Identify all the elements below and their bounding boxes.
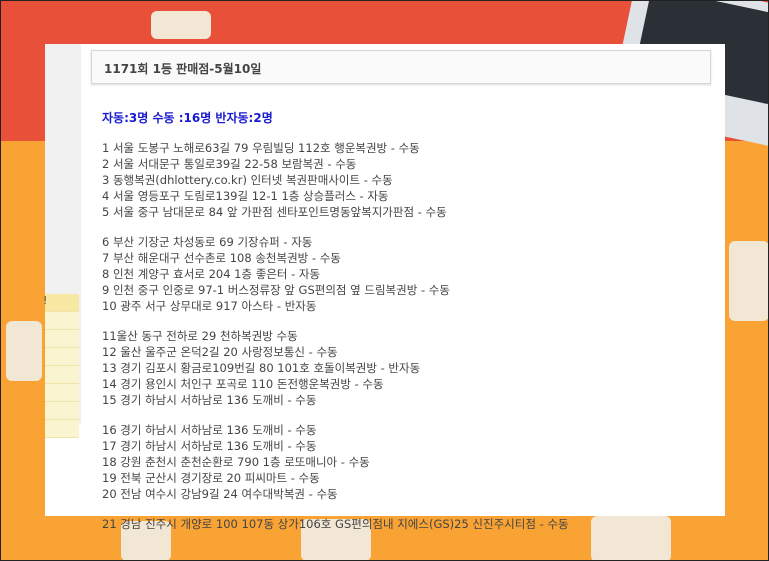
side-cell <box>45 420 79 438</box>
store-line: 11울산 동구 전하로 29 천하복권방 수동 <box>102 329 298 343</box>
store-group: 16 경기 하남시 서하남로 136 도깨비 - 수동 17 경기 하남시 서하… <box>102 422 712 502</box>
store-line: 19 전북 군산시 경기장로 20 피씨마트 - 수동 <box>102 471 320 485</box>
store-line: 5 서울 중구 남대문로 84 앞 가판점 센타포인트명동앞복지가판점 - 수동 <box>102 205 447 219</box>
store-line: 3 동행복권(dhlottery.co.kr) 인터넷 복권판매사이트 - 수동 <box>102 173 393 187</box>
post-title-box: 1171회 1등 판매점-5월10일 <box>91 50 711 84</box>
store-line: 15 경기 하남시 서하남로 136 도깨비 - 수동 <box>102 393 317 407</box>
side-cell <box>45 384 79 402</box>
side-cell <box>45 366 79 384</box>
store-line: 18 강원 춘천시 춘천순환로 790 1층 로또매니아 - 수동 <box>102 455 370 469</box>
store-line: 7 부산 해운대구 선수촌로 108 송천복권방 - 수동 <box>102 251 341 265</box>
store-group: 6 부산 기장군 차성동로 69 기장슈퍼 - 자동 7 부산 해운대구 선수촌… <box>102 234 712 314</box>
store-line: 17 경기 하남시 서하남로 136 도깨비 - 수동 <box>102 439 317 453</box>
store-line: 12 울산 울주군 온덕2길 20 사랑정보통신 - 수동 <box>102 345 338 359</box>
store-line: 4 서울 영등포구 도림로139길 12-1 1층 상승플러스 - 자동 <box>102 189 389 203</box>
store-group: 21 경남 진주시 개양로 100 107동 상가106호 GS편의점내 지에스… <box>102 516 712 532</box>
store-line: 2 서울 서대문구 통일로39길 22-58 보람복권 - 수동 <box>102 157 357 171</box>
screen: ! 1171회 1등 판매점-5월10일 자동:3명 수동 :16명 반자동:2… <box>0 0 769 561</box>
store-line: 14 경기 용인시 처인구 포곡로 110 돈전행운복권방 - 수동 <box>102 377 384 391</box>
background-shape <box>151 11 211 39</box>
side-cells: ! <box>43 294 79 438</box>
background-shape <box>6 321 42 381</box>
side-cell <box>45 348 79 366</box>
summary-text: 자동:3명 수동 :16명 반자동:2명 <box>102 111 273 125</box>
store-line: 16 경기 하남시 서하남로 136 도깨비 - 수동 <box>102 423 317 437</box>
store-group: 1 서울 도봉구 노해로63길 79 우림빌딩 112호 행운복권방 - 수동 … <box>102 140 712 220</box>
store-line: 6 부산 기장군 차성동로 69 기장슈퍼 - 자동 <box>102 235 313 249</box>
store-group: 11울산 동구 전하로 29 천하복권방 수동 12 울산 울주군 온덕2길 2… <box>102 328 712 408</box>
background-shape <box>729 241 768 321</box>
store-line: 21 경남 진주시 개양로 100 107동 상가106호 GS편의점내 지에스… <box>102 517 569 531</box>
side-cell <box>45 330 79 348</box>
post-panel: ! 1171회 1등 판매점-5월10일 자동:3명 수동 :16명 반자동:2… <box>43 44 725 531</box>
store-line: 1 서울 도봉구 노해로63길 79 우림빌딩 112호 행운복권방 - 수동 <box>102 141 420 155</box>
store-line: 10 광주 서구 상무대로 917 아스타 - 반자동 <box>102 299 317 313</box>
side-cell <box>45 402 79 420</box>
post-title: 1171회 1등 판매점-5월10일 <box>104 62 262 76</box>
side-cell: ! <box>43 294 79 312</box>
side-cell <box>45 312 79 330</box>
side-column: ! <box>43 44 81 438</box>
side-label: ! <box>43 294 48 307</box>
store-line: 9 인천 중구 인중로 97-1 버스정류장 앞 GS편의점 옆 드림복권방 -… <box>102 283 450 297</box>
store-line: 13 경기 김포시 황금로109번길 80 101호 호돌이복권방 - 반자동 <box>102 361 421 375</box>
post-content: 자동:3명 수동 :16명 반자동:2명 1 서울 도봉구 노해로63길 79 … <box>102 110 712 546</box>
store-line: 8 인천 계양구 효서로 204 1층 좋은터 - 자동 <box>102 267 321 281</box>
store-line: 20 전남 여수시 강남9길 24 여수대박복권 - 수동 <box>102 487 338 501</box>
